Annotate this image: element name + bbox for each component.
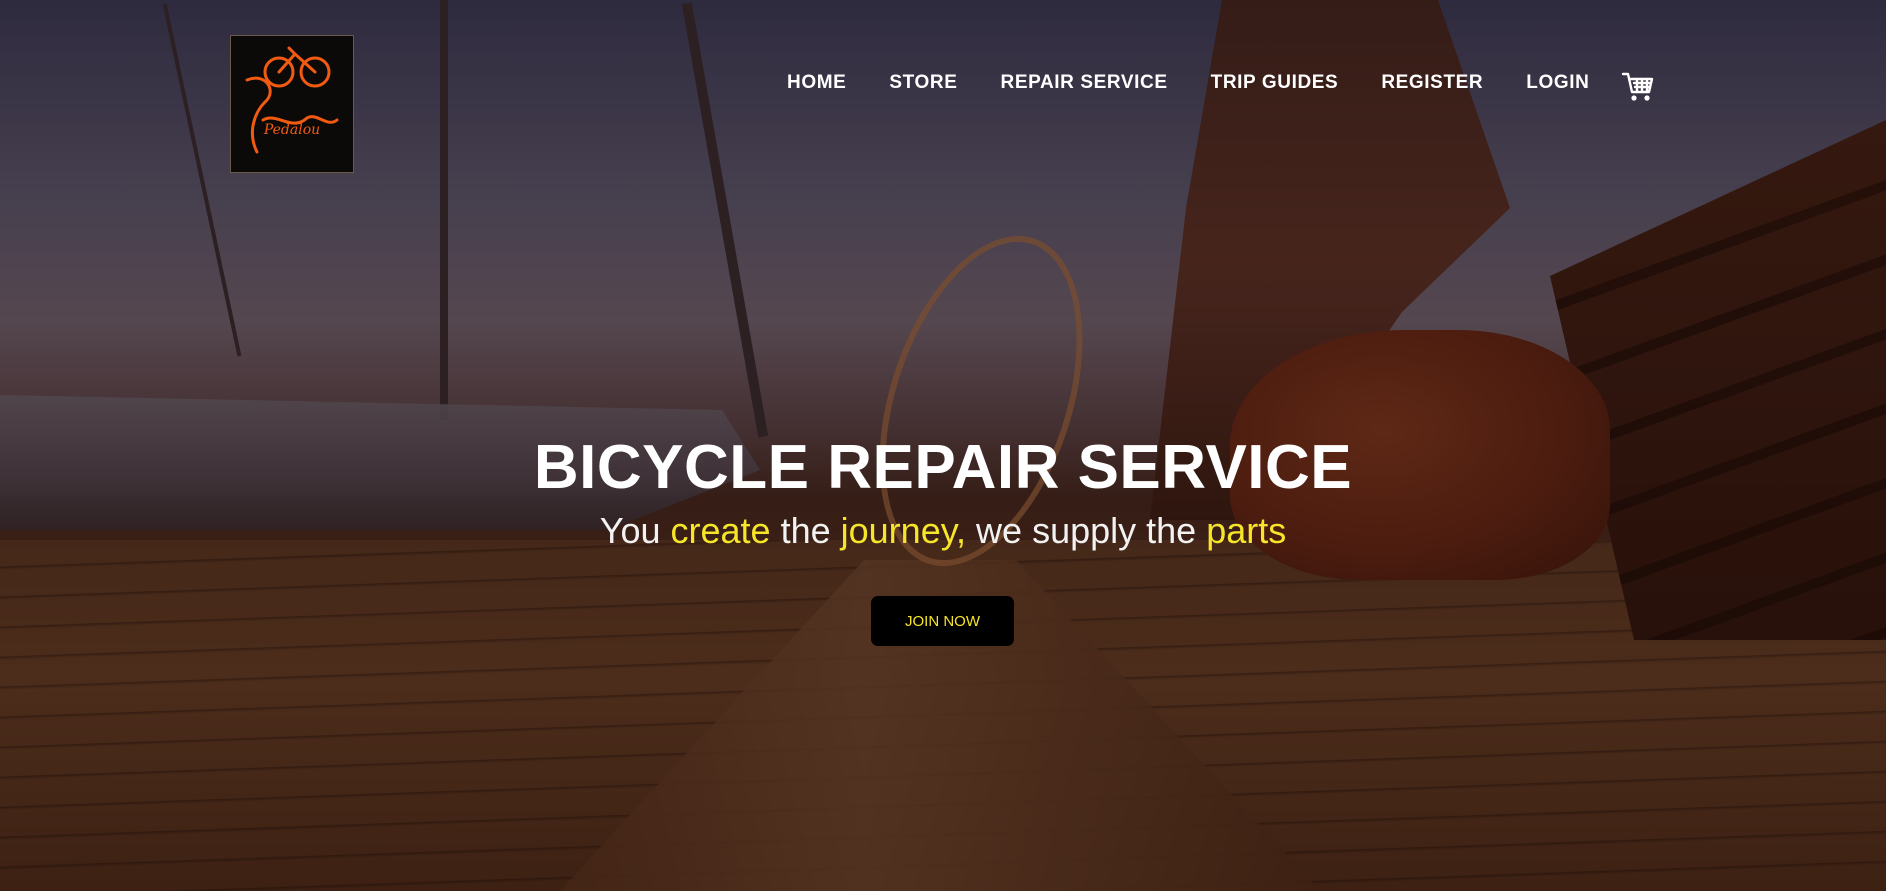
join-now-button[interactable]: JOIN NOW [871,596,1014,646]
hero-title: BICYCLE REPAIR SERVICE [533,433,1353,502]
bicycle-logo-icon: Pedalou [245,46,339,154]
nav-store[interactable]: STORE [889,72,957,94]
nav-home[interactable]: HOME [787,72,846,94]
hero-tagline: You create the journey, we supply the pa… [0,510,1886,552]
shopping-cart-icon[interactable] [1621,70,1655,104]
nav-repair-service[interactable]: REPAIR SERVICE [1001,72,1168,94]
nav-trip-guides[interactable]: TRIP GUIDES [1211,72,1339,94]
tagline-text: the [770,510,841,551]
site-logo[interactable]: Pedalou [230,35,354,173]
nav-register[interactable]: REGISTER [1381,72,1483,94]
tagline-text: You [599,510,671,551]
logo-wordmark: Pedalou [263,122,320,138]
tagline-text: we supply the [966,510,1207,551]
tagline-highlight: journey, [840,510,967,551]
tagline-highlight: create [670,510,771,551]
nav-login[interactable]: LOGIN [1526,72,1589,94]
tagline-highlight: parts [1206,510,1287,551]
main-navigation: HOME STORE REPAIR SERVICE TRIP GUIDES RE… [787,72,1632,94]
